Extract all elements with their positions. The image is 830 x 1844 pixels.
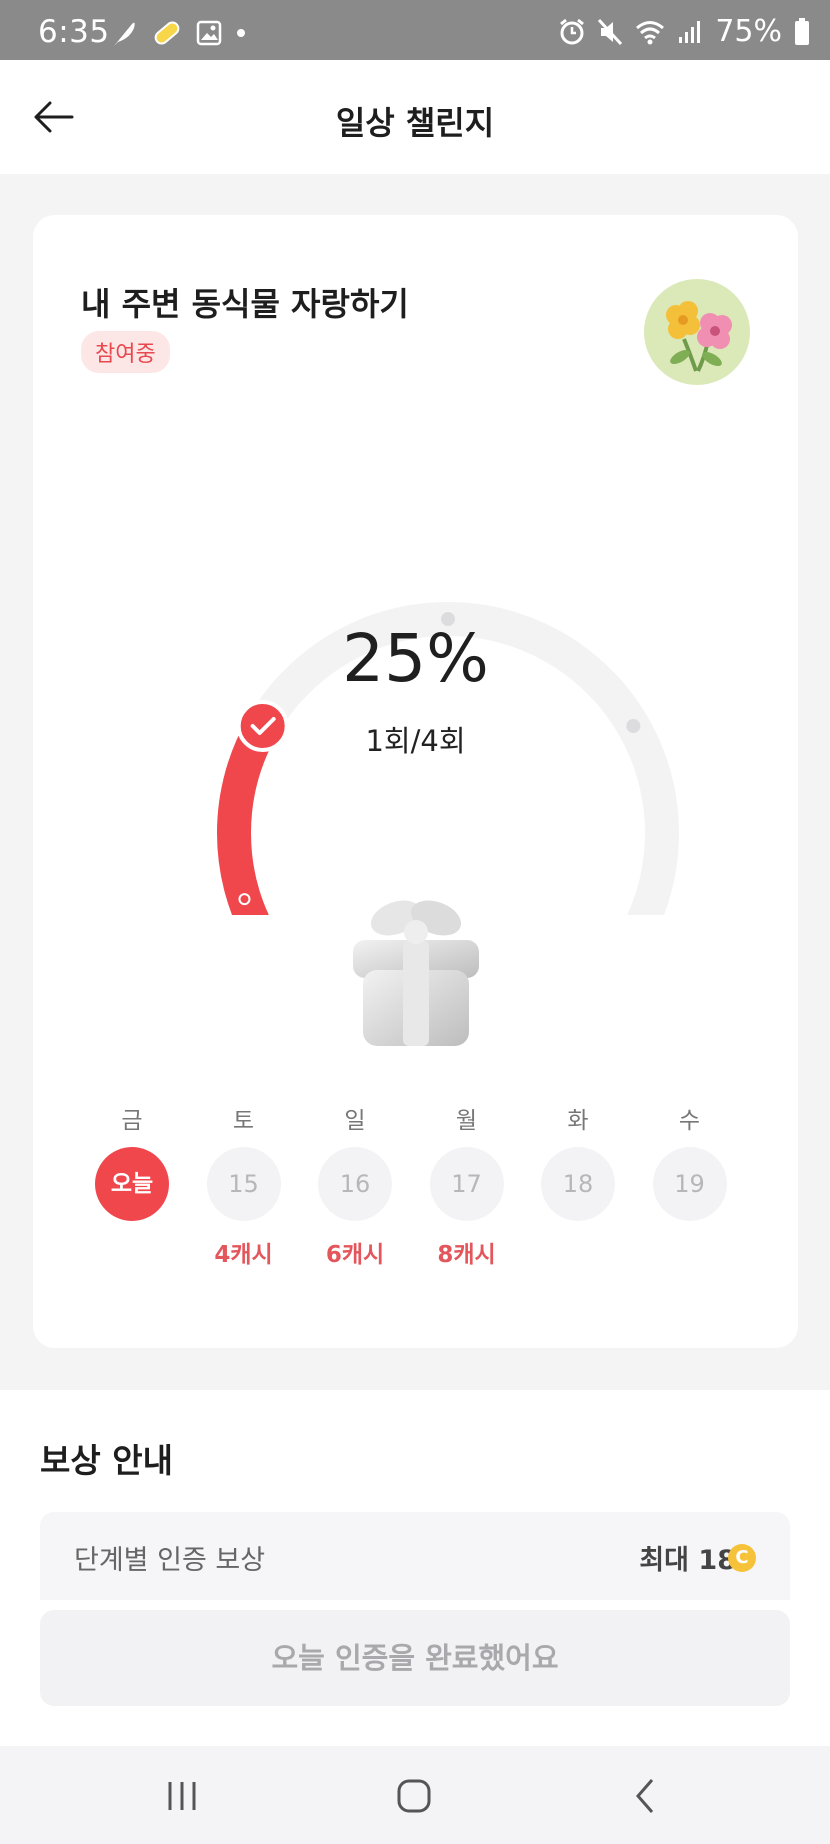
- app-bar: 일상 챌린지: [0, 60, 830, 174]
- day-reward: 8캐시: [437, 1242, 496, 1268]
- flower-icon: [644, 279, 750, 385]
- home-button[interactable]: [384, 1774, 444, 1818]
- recent-apps-button[interactable]: [152, 1774, 212, 1818]
- home-icon: [397, 1779, 431, 1813]
- notification-icons: [110, 18, 246, 48]
- progress-percent: 25%: [342, 620, 489, 697]
- feather-icon: [114, 22, 135, 46]
- day-today-circle: 오늘: [95, 1147, 169, 1221]
- gift-box-icon: [341, 890, 491, 1050]
- reward-row-label: 단계별 인증 보상: [74, 1545, 266, 1576]
- battery-percent: 75%: [715, 14, 782, 49]
- image-icon: [196, 20, 222, 46]
- day-name: 금: [121, 1108, 143, 1134]
- day-name: 수: [678, 1108, 701, 1134]
- day-reward: [541, 1235, 615, 1265]
- back-nav-button[interactable]: [616, 1774, 676, 1818]
- day-reward: 6캐시: [325, 1242, 385, 1268]
- day-item: 토 15 4캐시: [206, 1105, 281, 1268]
- reward-row-value: 최대 18: [639, 1545, 736, 1576]
- day-date-circle: 17: [429, 1147, 504, 1221]
- day-date-circle: 15: [206, 1147, 281, 1221]
- challenge-card: 내 주변 동식물 자랑하기 참여중 25% 1회/4회 금 오늘 토 15 4캐…: [33, 215, 798, 1348]
- day-date-circle: 18: [541, 1147, 615, 1221]
- signal-icon: [679, 20, 701, 43]
- day-name: 월: [455, 1108, 478, 1134]
- day-reward: [653, 1235, 727, 1265]
- day-name: 토: [232, 1108, 255, 1134]
- reward-row: 단계별 인증 보상 최대 18 C: [40, 1512, 790, 1600]
- navigation-bar: [0, 1746, 830, 1844]
- day-item: 화 18: [541, 1105, 615, 1265]
- recent-apps-icon: [168, 1782, 196, 1810]
- alarm-icon: [560, 18, 585, 44]
- day-name: 일: [344, 1108, 366, 1134]
- challenge-title: 내 주변 동식물 자랑하기: [81, 285, 409, 323]
- day-reward: 4캐시: [214, 1242, 273, 1268]
- day-item: 금오늘: [95, 1105, 169, 1265]
- battery-icon: [795, 17, 809, 45]
- dot-icon: [237, 29, 245, 37]
- day-date-circle: 16: [318, 1147, 392, 1221]
- page-title: 일상 챌린지: [335, 104, 495, 142]
- capsule-icon: [154, 21, 180, 45]
- day-list: 금오늘 토 15 4캐시 일 16 6캐시 월 17 8캐시 화 18 수 19: [95, 1105, 735, 1285]
- mute-icon: [598, 18, 623, 45]
- day-date-circle: 19: [652, 1147, 727, 1221]
- reward-heading: 보상 안내: [40, 1441, 173, 1480]
- day-item: 월 17 8캐시: [429, 1105, 504, 1268]
- day-name: 화: [567, 1108, 589, 1134]
- coin-icon: C: [728, 1544, 756, 1572]
- status-bar: 6:35 75%: [0, 0, 830, 60]
- system-icons: 75%: [559, 14, 810, 49]
- day-item: 일 16 6캐시: [318, 1105, 392, 1268]
- status-time: 6:35: [38, 14, 110, 50]
- wifi-icon: [636, 20, 665, 44]
- reward-section: 보상 안내 단계별 인증 보상 최대 18 C 오늘 인증을 완료했어요: [0, 1390, 830, 1746]
- day-item: 수 19: [652, 1105, 727, 1265]
- complete-button[interactable]: 오늘 인증을 완료했어요: [40, 1610, 790, 1706]
- progress-count: 1회/4회: [365, 724, 466, 758]
- chevron-left-icon: [636, 1779, 654, 1813]
- status-badge: 참여중: [81, 331, 170, 373]
- day-reward: [95, 1235, 169, 1265]
